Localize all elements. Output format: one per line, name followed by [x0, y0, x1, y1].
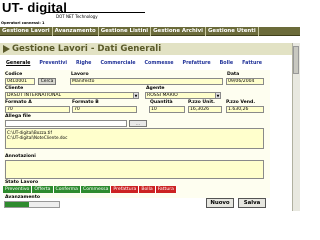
stato-lavoro-bar: Preventivo Offerta Conferma Commessa Pre… [3, 186, 177, 193]
formato-b-field[interactable]: 70 [72, 106, 137, 113]
cerca-button[interactable]: Cerca [38, 78, 56, 85]
formato-b-label: Formato B [72, 100, 99, 105]
pzzo-vend-field[interactable]: 1.630,26 [226, 106, 264, 113]
menu-item-gestione-lavori[interactable]: Gestione Lavori [0, 27, 53, 36]
logo-divider [45, 12, 145, 13]
tab-righe[interactable]: Righe [76, 60, 91, 68]
tab-bolle[interactable]: Bolle [220, 60, 234, 68]
browse-button[interactable]: ... [129, 120, 147, 127]
stato-prefattura: Prefattura [111, 186, 140, 193]
tab-commerciale[interactable]: Commerciale [100, 60, 135, 68]
stato-commessa: Commessa [80, 186, 112, 193]
menu-item-gestione-archivi[interactable]: Gestione Archivi [151, 27, 206, 36]
quantita-label: Quantità [150, 100, 173, 105]
data-field[interactable]: 09/06/2004 [226, 78, 264, 85]
quantita-field[interactable]: 10 [149, 106, 185, 113]
chevron-down-icon[interactable]: ▼ [133, 93, 138, 98]
pzzo-unit-field[interactable]: 16,3026 [188, 106, 222, 113]
arrow-right-icon [3, 45, 10, 53]
stato-fattura: Fattura [155, 186, 177, 193]
operator-count: Operatori connessi: 1 [1, 21, 45, 25]
stato-bolla: Bolla [139, 186, 156, 193]
avanzamento-progress-bar [4, 201, 60, 208]
menu-item-gestione-utenti[interactable]: Gestione Utenti [206, 27, 259, 36]
attached-file-item[interactable]: C:\UT-digital\NoteCliente.doc [7, 135, 262, 140]
salva-button[interactable]: Salva [238, 198, 266, 208]
avanzamento-progress-fill [5, 202, 30, 207]
tab-preventivi[interactable]: Preventivi [39, 60, 67, 68]
chevron-down-icon[interactable]: ▼ [215, 93, 220, 98]
logo-tagline: DOT NET Technology [56, 14, 98, 19]
attached-files-list[interactable]: C:\UT-digital\Bozza.tif C:\UT-digital\No… [5, 128, 264, 149]
codice-field[interactable]: 04L0001 [5, 78, 35, 85]
scrollbar-thumb[interactable] [293, 46, 299, 74]
lavoro-field[interactable]: Manifesto [70, 78, 223, 85]
tab-fatture[interactable]: Fatture [242, 60, 262, 68]
tab-prefatture[interactable]: Prefatture [183, 60, 211, 68]
page-title: Gestione Lavori - Dati Generali [12, 44, 162, 54]
allega-file-label: Allega file [5, 114, 31, 119]
tab-commesse[interactable]: Commesse [145, 60, 174, 68]
tab-generale[interactable]: Generale [6, 60, 30, 68]
annotazioni-label: Annotazioni [5, 154, 36, 159]
menu-item-avanzamento[interactable]: Avanzamento [53, 27, 99, 36]
formato-a-field[interactable]: 70 [5, 106, 70, 113]
stato-lavoro-label: Stato Lavoro [5, 180, 39, 185]
stato-preventivo: Preventivo [3, 186, 33, 193]
annotazioni-textarea[interactable] [5, 160, 264, 179]
pzzo-vend-label: P.zzo Vend. [226, 100, 256, 105]
nuovo-button[interactable]: Nuovo [206, 198, 234, 208]
top-menu: Gestione Lavori Avanzamento Gestione Lis… [0, 27, 300, 36]
stato-offerta: Offerta [32, 186, 54, 193]
cliente-select[interactable]: DRSUT INTERNATIONAL [5, 92, 139, 99]
avanzamento-label: Avanzamento [5, 195, 41, 200]
tab-bar: Generale Preventivi Righe Commerciale Co… [6, 60, 262, 68]
cliente-label: Cliente [5, 86, 24, 91]
agente-select[interactable]: ROSSI MARIO [145, 92, 221, 99]
pzzo-unit-label: P.zzo Unit. [188, 100, 215, 105]
formato-a-label: Formato A [5, 100, 32, 105]
data-label: Data [227, 72, 240, 77]
agente-label: Agente [146, 86, 165, 91]
codice-label: Codice [5, 72, 23, 77]
allega-file-input[interactable] [5, 120, 127, 127]
menu-item-gestione-listini[interactable]: Gestione Listini [99, 27, 152, 36]
stato-conferma: Conferma [53, 186, 81, 193]
lavoro-label: Lavoro [71, 72, 89, 77]
